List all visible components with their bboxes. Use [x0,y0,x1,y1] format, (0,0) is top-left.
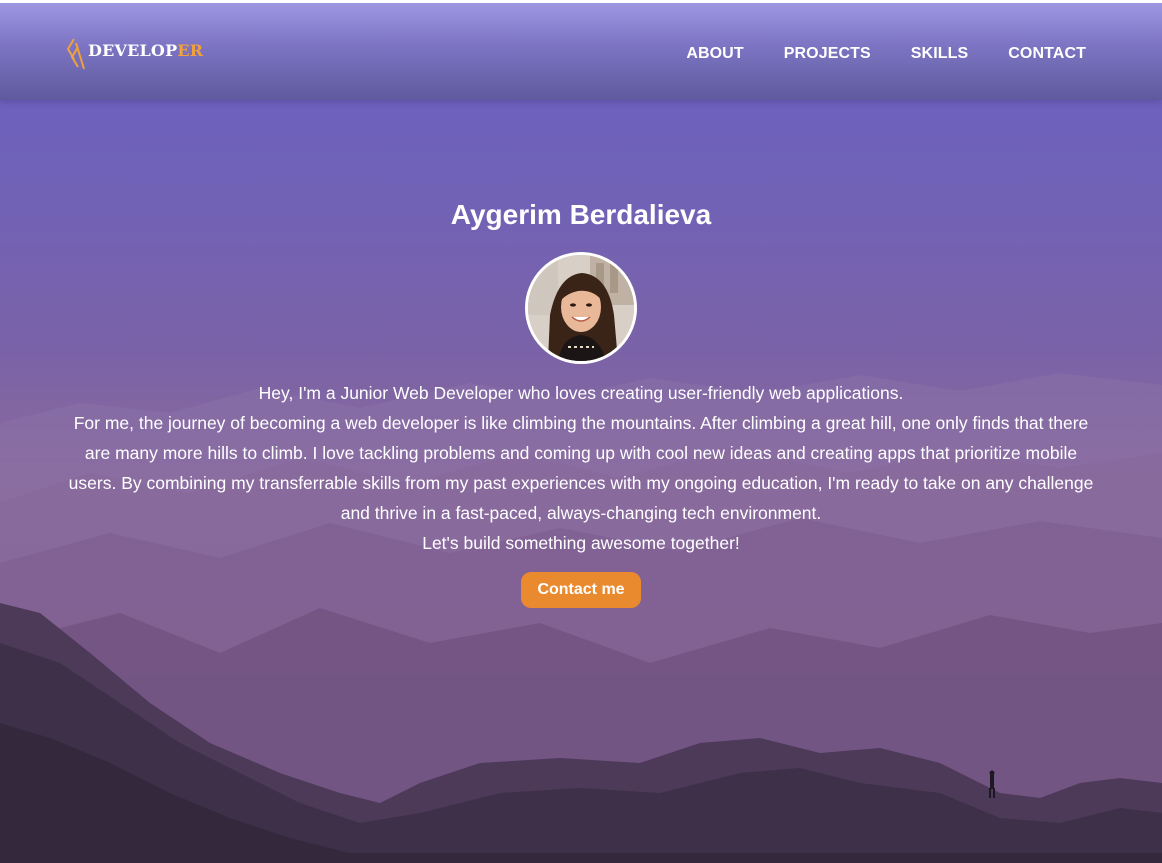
logo-text-main: DEVELOP [88,40,178,60]
nav-link-contact[interactable]: CONTACT [1008,45,1086,63]
bio-journey: For me, the journey of becoming a web de… [68,413,1094,523]
main-nav: ABOUT PROJECTS SKILLS CONTACT [686,45,1086,63]
profile-photo [528,255,634,361]
contact-me-button[interactable]: Contact me [521,572,641,608]
top-navbar: DEVELOPER ABOUT PROJECTS SKILLS CONTACT [0,3,1162,100]
avatar [525,252,637,364]
logo-text-accent: ER [177,40,204,60]
bio-intro: Hey, I'm a Junior Web Developer who love… [258,383,904,403]
hero-section: DEVELOPER ABOUT PROJECTS SKILLS CONTACT … [0,3,1162,863]
logo-text: DEVELOPER [88,41,203,60]
hero-bio: Hey, I'm a Junior Web Developer who love… [61,378,1101,558]
nav-link-projects[interactable]: PROJECTS [784,45,871,63]
hero-content: Aygerim Berdalieva Hey, I'm a Junior Web… [0,198,1162,608]
nav-link-about[interactable]: ABOUT [686,45,743,63]
site-logo[interactable]: DEVELOPER [66,33,203,73]
nav-link-skills[interactable]: SKILLS [911,45,969,63]
hero-name: Aygerim Berdalieva [450,199,712,230]
bio-closing: Let's build something awesome together! [422,533,740,553]
